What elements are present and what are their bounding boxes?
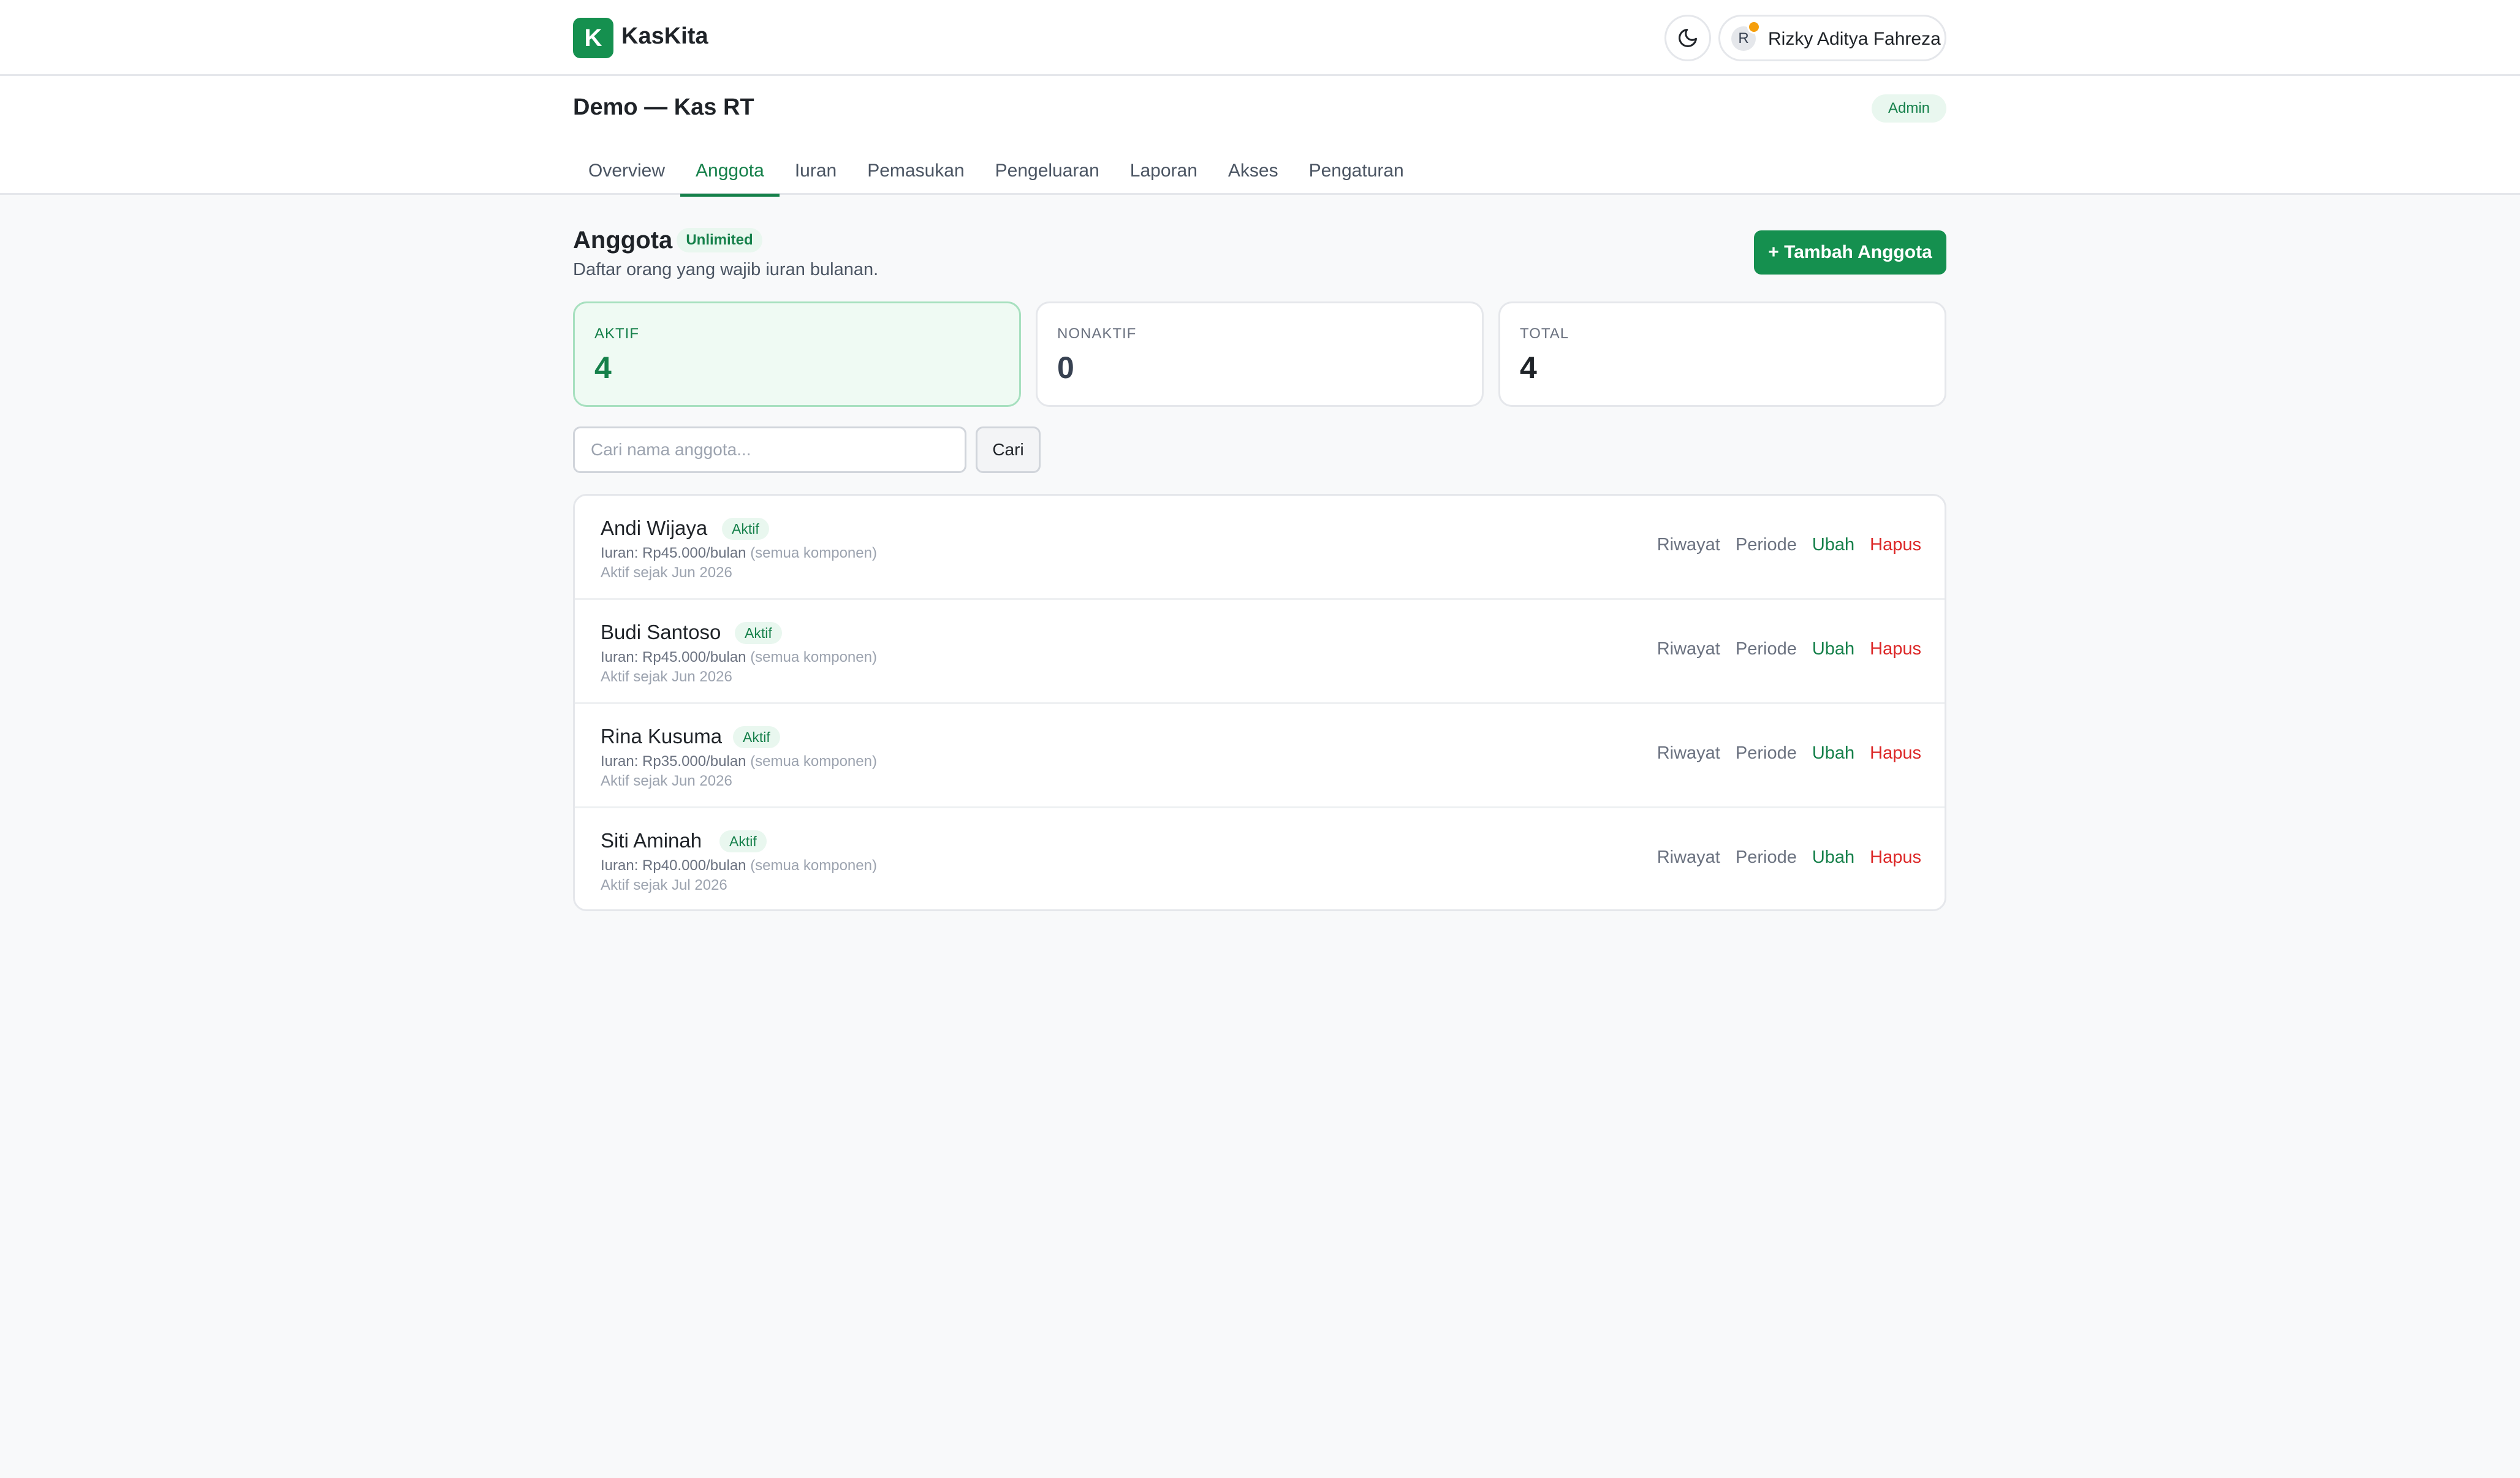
edit-link[interactable]: Ubah	[1812, 847, 1854, 868]
history-link[interactable]: Riwayat	[1657, 639, 1720, 659]
edit-link[interactable]: Ubah	[1812, 639, 1854, 659]
edit-link[interactable]: Ubah	[1812, 743, 1854, 764]
delete-link[interactable]: Hapus	[1870, 847, 1921, 868]
member-fee: Iuran: Rp40.000/bulan (semua komponen)	[601, 857, 877, 874]
member-since: Aktif sejak Jun 2026	[601, 669, 732, 685]
history-link[interactable]: Riwayat	[1657, 535, 1720, 555]
member-fee: Iuran: Rp45.000/bulan (semua komponen)	[601, 545, 877, 562]
tab-akses[interactable]: Akses	[1213, 147, 1294, 195]
stat-card-inactive: NONAKTIF 0	[1036, 301, 1484, 407]
stat-value: 0	[1057, 351, 1074, 385]
fee-note: (semua komponen)	[750, 649, 877, 665]
history-link[interactable]: Riwayat	[1657, 743, 1720, 764]
org-header: Demo — Kas RT Admin Overview Anggota Iur…	[0, 76, 2520, 197]
list-item: Siti Aminah Aktif Iuran: Rp40.000/bulan …	[575, 808, 1945, 909]
status-badge: Aktif	[733, 726, 780, 748]
edit-link[interactable]: Ubah	[1812, 535, 1854, 555]
delete-link[interactable]: Hapus	[1870, 535, 1921, 555]
search-button[interactable]: Cari	[976, 426, 1041, 473]
row-actions: Riwayat Periode Ubah Hapus	[1657, 847, 1921, 868]
tab-iuran[interactable]: Iuran	[780, 147, 852, 195]
app-logo[interactable]: K	[573, 18, 613, 58]
stat-card-active: AKTIF 4	[573, 301, 1021, 407]
row-actions: Riwayat Periode Ubah Hapus	[1657, 639, 1921, 659]
row-actions: Riwayat Periode Ubah Hapus	[1657, 743, 1921, 764]
add-member-button[interactable]: + Tambah Anggota	[1754, 230, 1946, 275]
status-badge: Aktif	[719, 830, 767, 852]
status-badge: Aktif	[735, 622, 782, 644]
member-fee: Iuran: Rp45.000/bulan (semua komponen)	[601, 649, 877, 666]
row-actions: Riwayat Periode Ubah Hapus	[1657, 535, 1921, 555]
tab-pengeluaran[interactable]: Pengeluaran	[980, 147, 1115, 195]
search-input[interactable]	[573, 426, 966, 473]
tab-pemasukan[interactable]: Pemasukan	[852, 147, 979, 195]
user-menu-button[interactable]: R Rizky Aditya Fahreza	[1718, 15, 1946, 61]
list-item: Budi Santoso Aktif Iuran: Rp45.000/bulan…	[575, 600, 1945, 704]
member-since: Aktif sejak Jun 2026	[601, 564, 732, 581]
stat-label: TOTAL	[1520, 325, 1569, 342]
list-item: Rina Kusuma Aktif Iuran: Rp35.000/bulan …	[575, 704, 1945, 808]
member-since: Aktif sejak Jul 2026	[601, 877, 727, 893]
period-link[interactable]: Periode	[1736, 847, 1797, 868]
notification-dot	[1747, 20, 1761, 34]
period-link[interactable]: Periode	[1736, 639, 1797, 659]
member-name: Budi Santoso	[601, 621, 721, 643]
member-name: Rina Kusuma	[601, 725, 723, 748]
stat-label: AKTIF	[594, 325, 640, 342]
user-name: Rizky Aditya Fahreza	[1768, 29, 1941, 49]
stat-value: 4	[594, 351, 612, 385]
fee-amount: Iuran: Rp40.000/bulan	[601, 857, 746, 874]
app-name[interactable]: KasKita	[621, 23, 708, 50]
moon-icon	[1679, 29, 1697, 47]
tab-laporan[interactable]: Laporan	[1115, 147, 1213, 195]
stat-label: NONAKTIF	[1057, 325, 1137, 342]
org-title: Demo — Kas RT	[573, 94, 754, 120]
fee-amount: Iuran: Rp35.000/bulan	[601, 753, 746, 770]
fee-note: (semua komponen)	[750, 545, 877, 561]
member-name: Andi Wijaya	[601, 517, 708, 539]
fee-note: (semua komponen)	[750, 753, 877, 770]
theme-toggle-button[interactable]	[1664, 15, 1711, 61]
delete-link[interactable]: Hapus	[1870, 743, 1921, 764]
stat-value: 4	[1520, 351, 1537, 385]
member-since: Aktif sejak Jun 2026	[601, 773, 732, 789]
stat-card-total: TOTAL 4	[1498, 301, 1946, 407]
plan-badge: Unlimited	[677, 228, 762, 252]
top-bar: K KasKita R Rizky Aditya Fahreza	[0, 0, 2520, 76]
list-item: Andi Wijaya Aktif Iuran: Rp45.000/bulan …	[575, 496, 1945, 600]
fee-note: (semua komponen)	[750, 857, 877, 874]
tab-pengaturan[interactable]: Pengaturan	[1294, 147, 1419, 195]
period-link[interactable]: Periode	[1736, 535, 1797, 555]
page-title: Anggota	[573, 227, 673, 254]
delete-link[interactable]: Hapus	[1870, 639, 1921, 659]
page-subtitle: Daftar orang yang wajib iuran bulanan.	[573, 260, 879, 279]
tab-overview[interactable]: Overview	[573, 147, 680, 195]
history-link[interactable]: Riwayat	[1657, 847, 1720, 868]
role-badge: Admin	[1872, 94, 1946, 123]
member-list: Andi Wijaya Aktif Iuran: Rp45.000/bulan …	[573, 494, 1946, 911]
member-fee: Iuran: Rp35.000/bulan (semua komponen)	[601, 753, 877, 770]
fee-amount: Iuran: Rp45.000/bulan	[601, 545, 746, 561]
fee-amount: Iuran: Rp45.000/bulan	[601, 649, 746, 665]
tab-bar: Overview Anggota Iuran Pemasukan Pengelu…	[573, 147, 1419, 197]
status-badge: Aktif	[722, 518, 769, 540]
tab-anggota[interactable]: Anggota	[680, 147, 780, 197]
period-link[interactable]: Periode	[1736, 743, 1797, 764]
member-name: Siti Aminah	[601, 829, 702, 852]
